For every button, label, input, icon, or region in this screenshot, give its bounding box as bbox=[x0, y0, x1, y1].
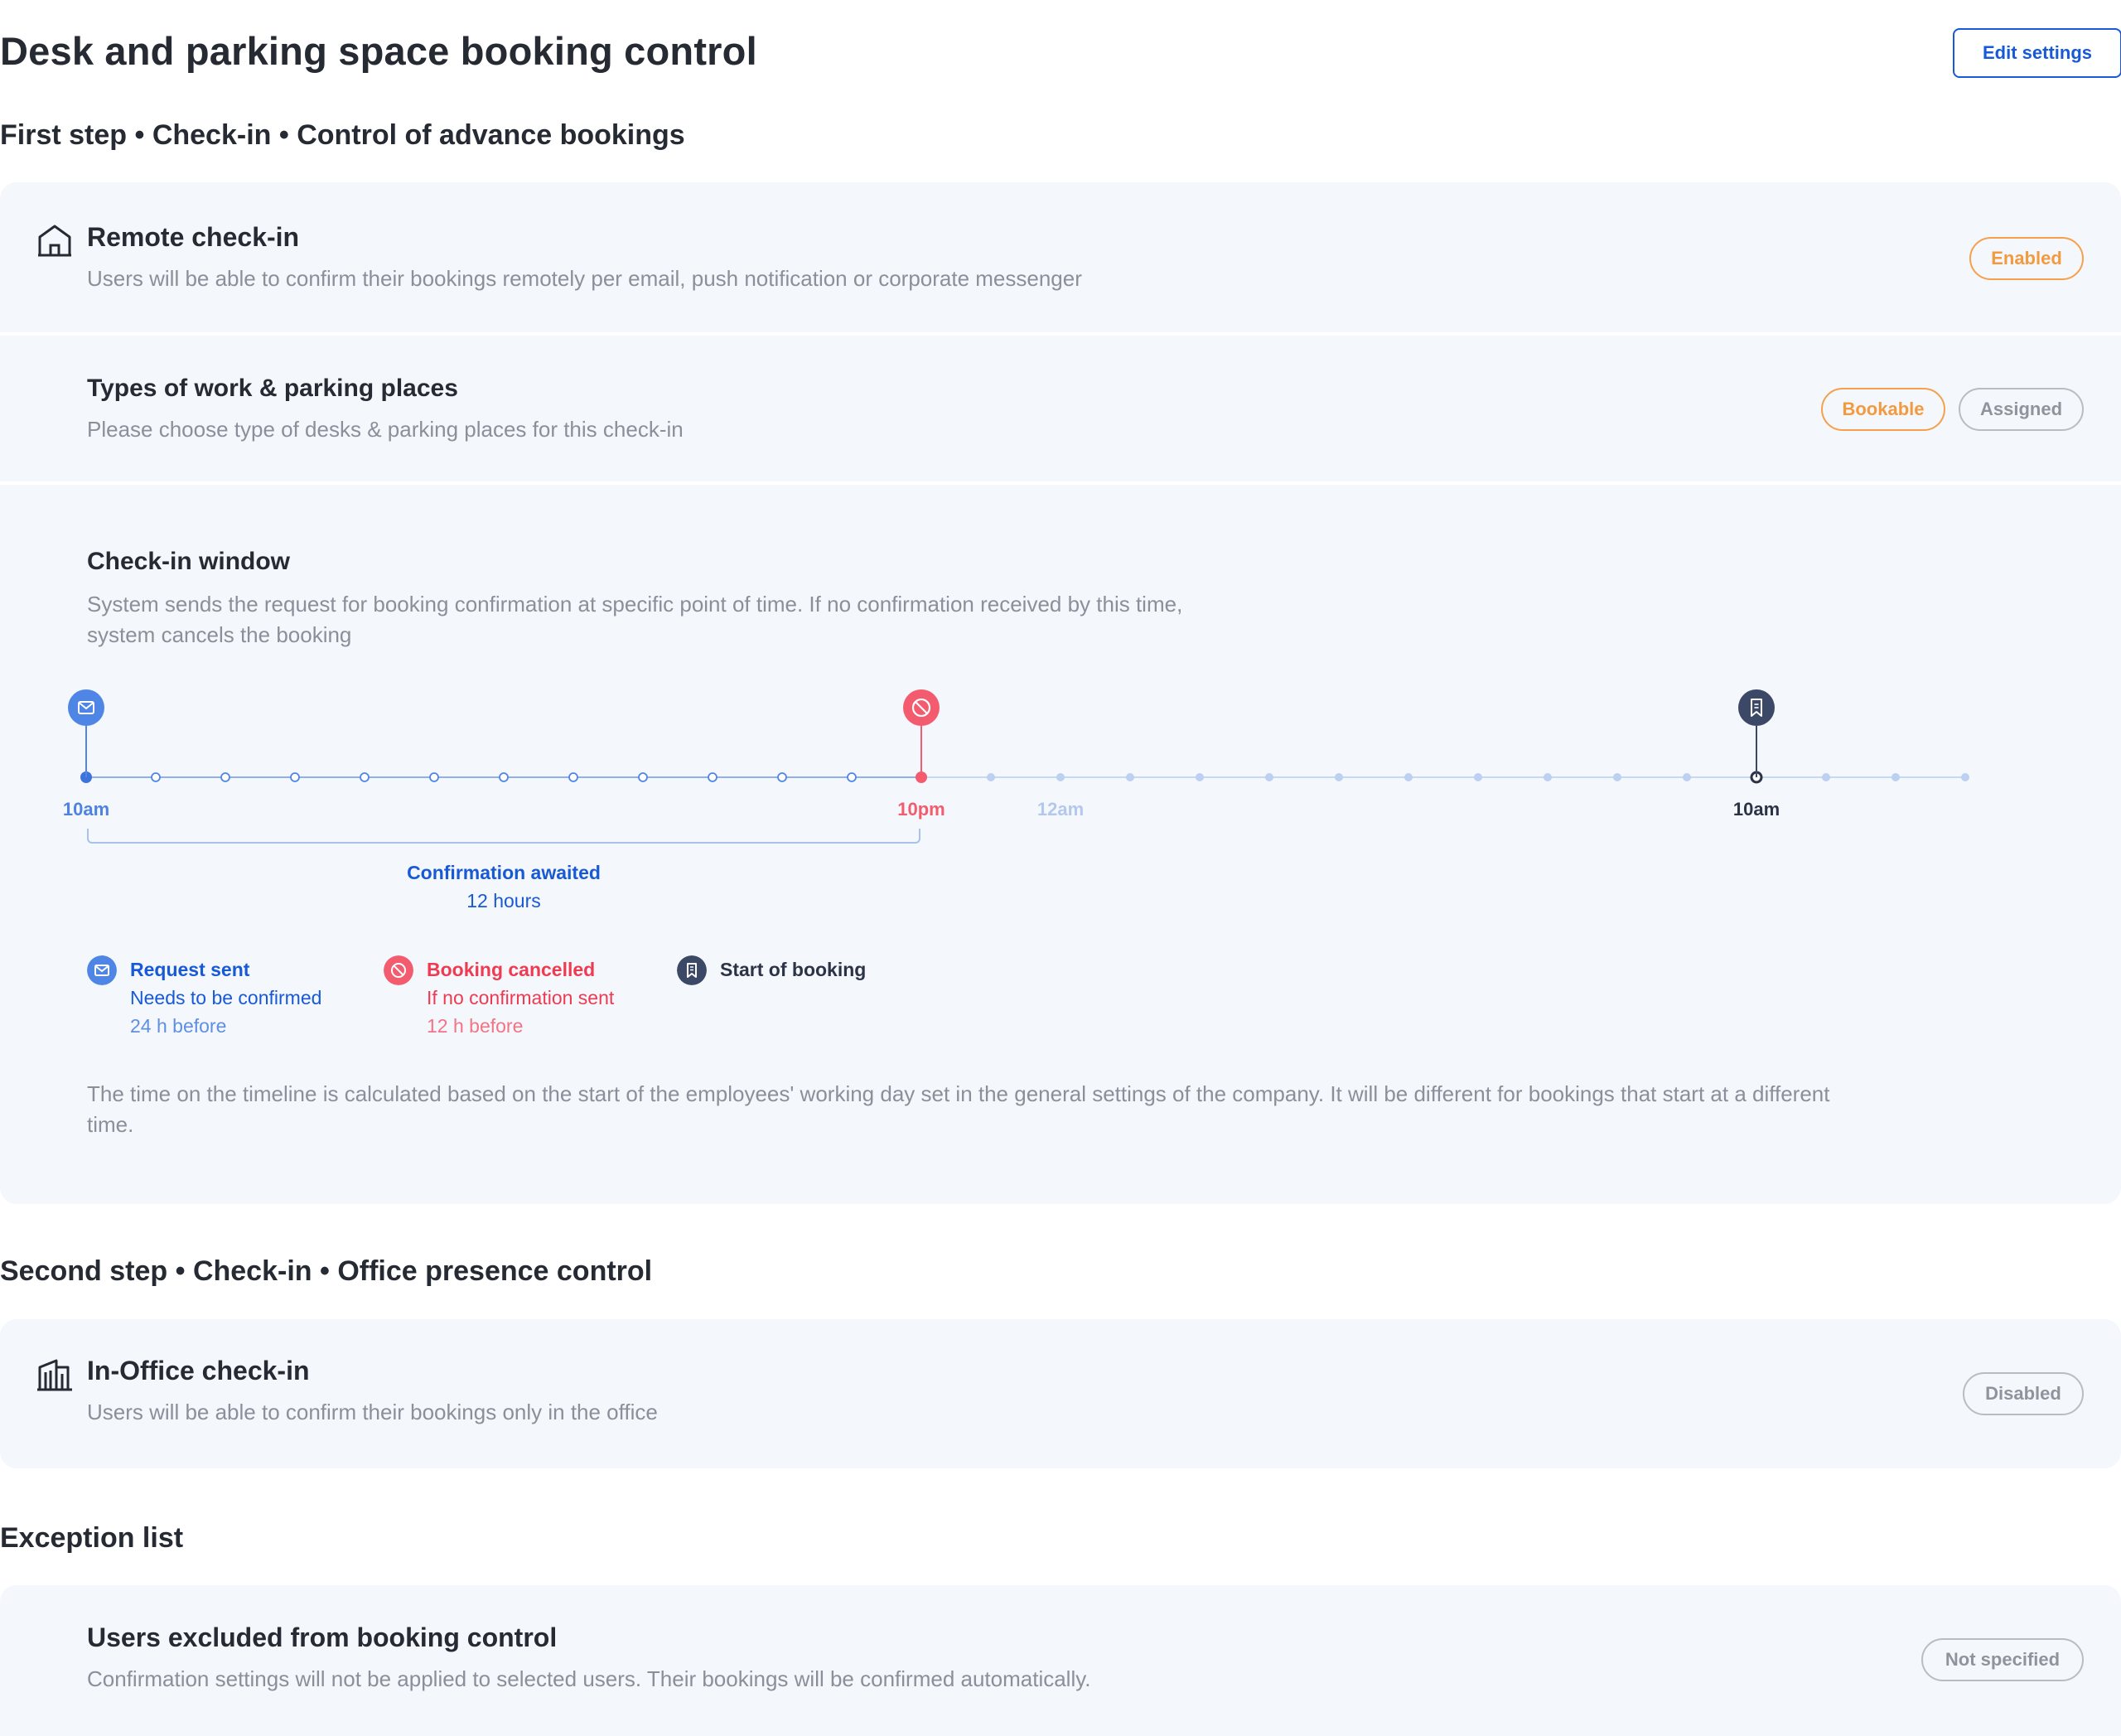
excluded-users-title: Users excluded from booking control bbox=[87, 1622, 558, 1652]
exception-list-title: Exception list bbox=[0, 1522, 184, 1554]
confirmation-awaited-duration: 12 hours bbox=[466, 890, 541, 912]
timeline-tick bbox=[777, 772, 787, 782]
legend-booking-title: Start of booking bbox=[720, 959, 867, 980]
office-checkin-status-badge[interactable]: Disabled bbox=[1963, 1372, 2084, 1415]
timeline-tick bbox=[1404, 773, 1413, 781]
exceptions-panel: Users excluded from booking control Conf… bbox=[0, 1585, 2121, 1736]
legend-request-title: Request sent bbox=[130, 959, 250, 980]
timeline-tick bbox=[847, 772, 857, 782]
legend-cancelled-title: Booking cancelled bbox=[427, 959, 596, 980]
timeline-tick bbox=[1613, 773, 1621, 781]
timeline-tick bbox=[1683, 773, 1691, 781]
legend-cancelled-line1: If no confirmation sent bbox=[427, 987, 615, 1008]
timeline-label-10pm: 10pm bbox=[897, 799, 945, 820]
timeline-tick bbox=[1961, 773, 1969, 781]
legend-request-line1: Needs to be confirmed bbox=[130, 987, 322, 1008]
checkin-timeline bbox=[68, 689, 1969, 784]
confirmation-bracket bbox=[87, 829, 920, 844]
timeline-tick bbox=[360, 772, 370, 782]
office-checkin-description: Users will be able to confirm their book… bbox=[87, 1400, 658, 1424]
timeline-tick bbox=[1822, 773, 1830, 781]
timeline-label-10am: 10am bbox=[62, 799, 110, 820]
bookmark-icon bbox=[677, 955, 707, 985]
timeline-tick bbox=[429, 772, 439, 782]
confirmation-awaited-title: Confirmation awaited bbox=[407, 862, 601, 883]
timeline-tick bbox=[1474, 773, 1482, 781]
excluded-users-description: Confirmation settings will not be applie… bbox=[87, 1666, 1091, 1691]
building-icon bbox=[37, 1359, 72, 1391]
excluded-users-status-badge[interactable]: Not specified bbox=[1921, 1638, 2084, 1681]
legend-request-line2: 24 h before bbox=[130, 1015, 227, 1037]
timeline-tick bbox=[220, 772, 230, 782]
timeline-tick bbox=[151, 772, 161, 782]
office-checkin-panel: In-Office check-in Users will be able to… bbox=[0, 1319, 2121, 1468]
timeline-tick bbox=[708, 772, 717, 782]
timeline-tick bbox=[1265, 773, 1273, 781]
timeline-tick bbox=[1544, 773, 1552, 781]
timeline-tick bbox=[1056, 773, 1065, 781]
mail-icon bbox=[87, 955, 117, 985]
timeline-note-line1: The time on the timeline is calculated b… bbox=[87, 1081, 1830, 1106]
timeline-note-line2: time. bbox=[87, 1112, 134, 1137]
second-step-title: Second step • Check-in • Office presence… bbox=[0, 1255, 653, 1287]
timeline-tick bbox=[987, 773, 995, 781]
cancel-icon bbox=[384, 955, 413, 985]
timeline-label-10am: 10am bbox=[1732, 799, 1780, 820]
legend-cancelled-line2: 12 h before bbox=[427, 1015, 524, 1037]
timeline-tick bbox=[499, 772, 509, 782]
timeline-tick bbox=[568, 772, 578, 782]
timeline-tick bbox=[1335, 773, 1343, 781]
timeline-tick bbox=[1892, 773, 1900, 781]
timeline-tick bbox=[1126, 773, 1134, 781]
timeline-tick bbox=[290, 772, 300, 782]
timeline-label-12am: 12am bbox=[1036, 799, 1085, 820]
timeline-tick bbox=[638, 772, 648, 782]
office-checkin-title: In-Office check-in bbox=[87, 1356, 310, 1385]
timeline-tick bbox=[1196, 773, 1204, 781]
